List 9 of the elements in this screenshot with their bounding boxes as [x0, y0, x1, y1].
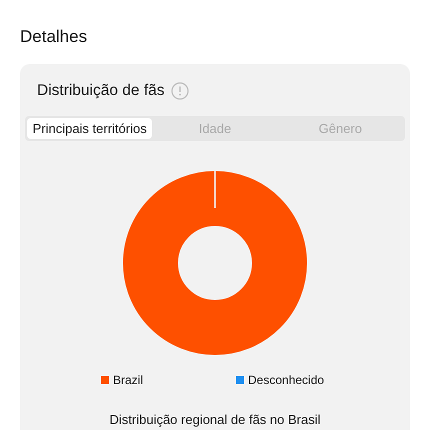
chart-subtitle: Distribuição regional de fãs no Brasil: [108, 412, 322, 427]
legend-label: Brazil: [113, 373, 144, 387]
tab[interactable]: Gênero: [278, 118, 403, 139]
tab[interactable]: Principais territórios: [27, 118, 152, 139]
legend-label: Desconhecido: [248, 373, 324, 387]
tab[interactable]: Idade: [152, 118, 278, 139]
card-title: Distribuição de fãs: [37, 82, 165, 100]
section-title: Detalhes: [20, 26, 88, 48]
info-icon[interactable]: [170, 82, 189, 100]
